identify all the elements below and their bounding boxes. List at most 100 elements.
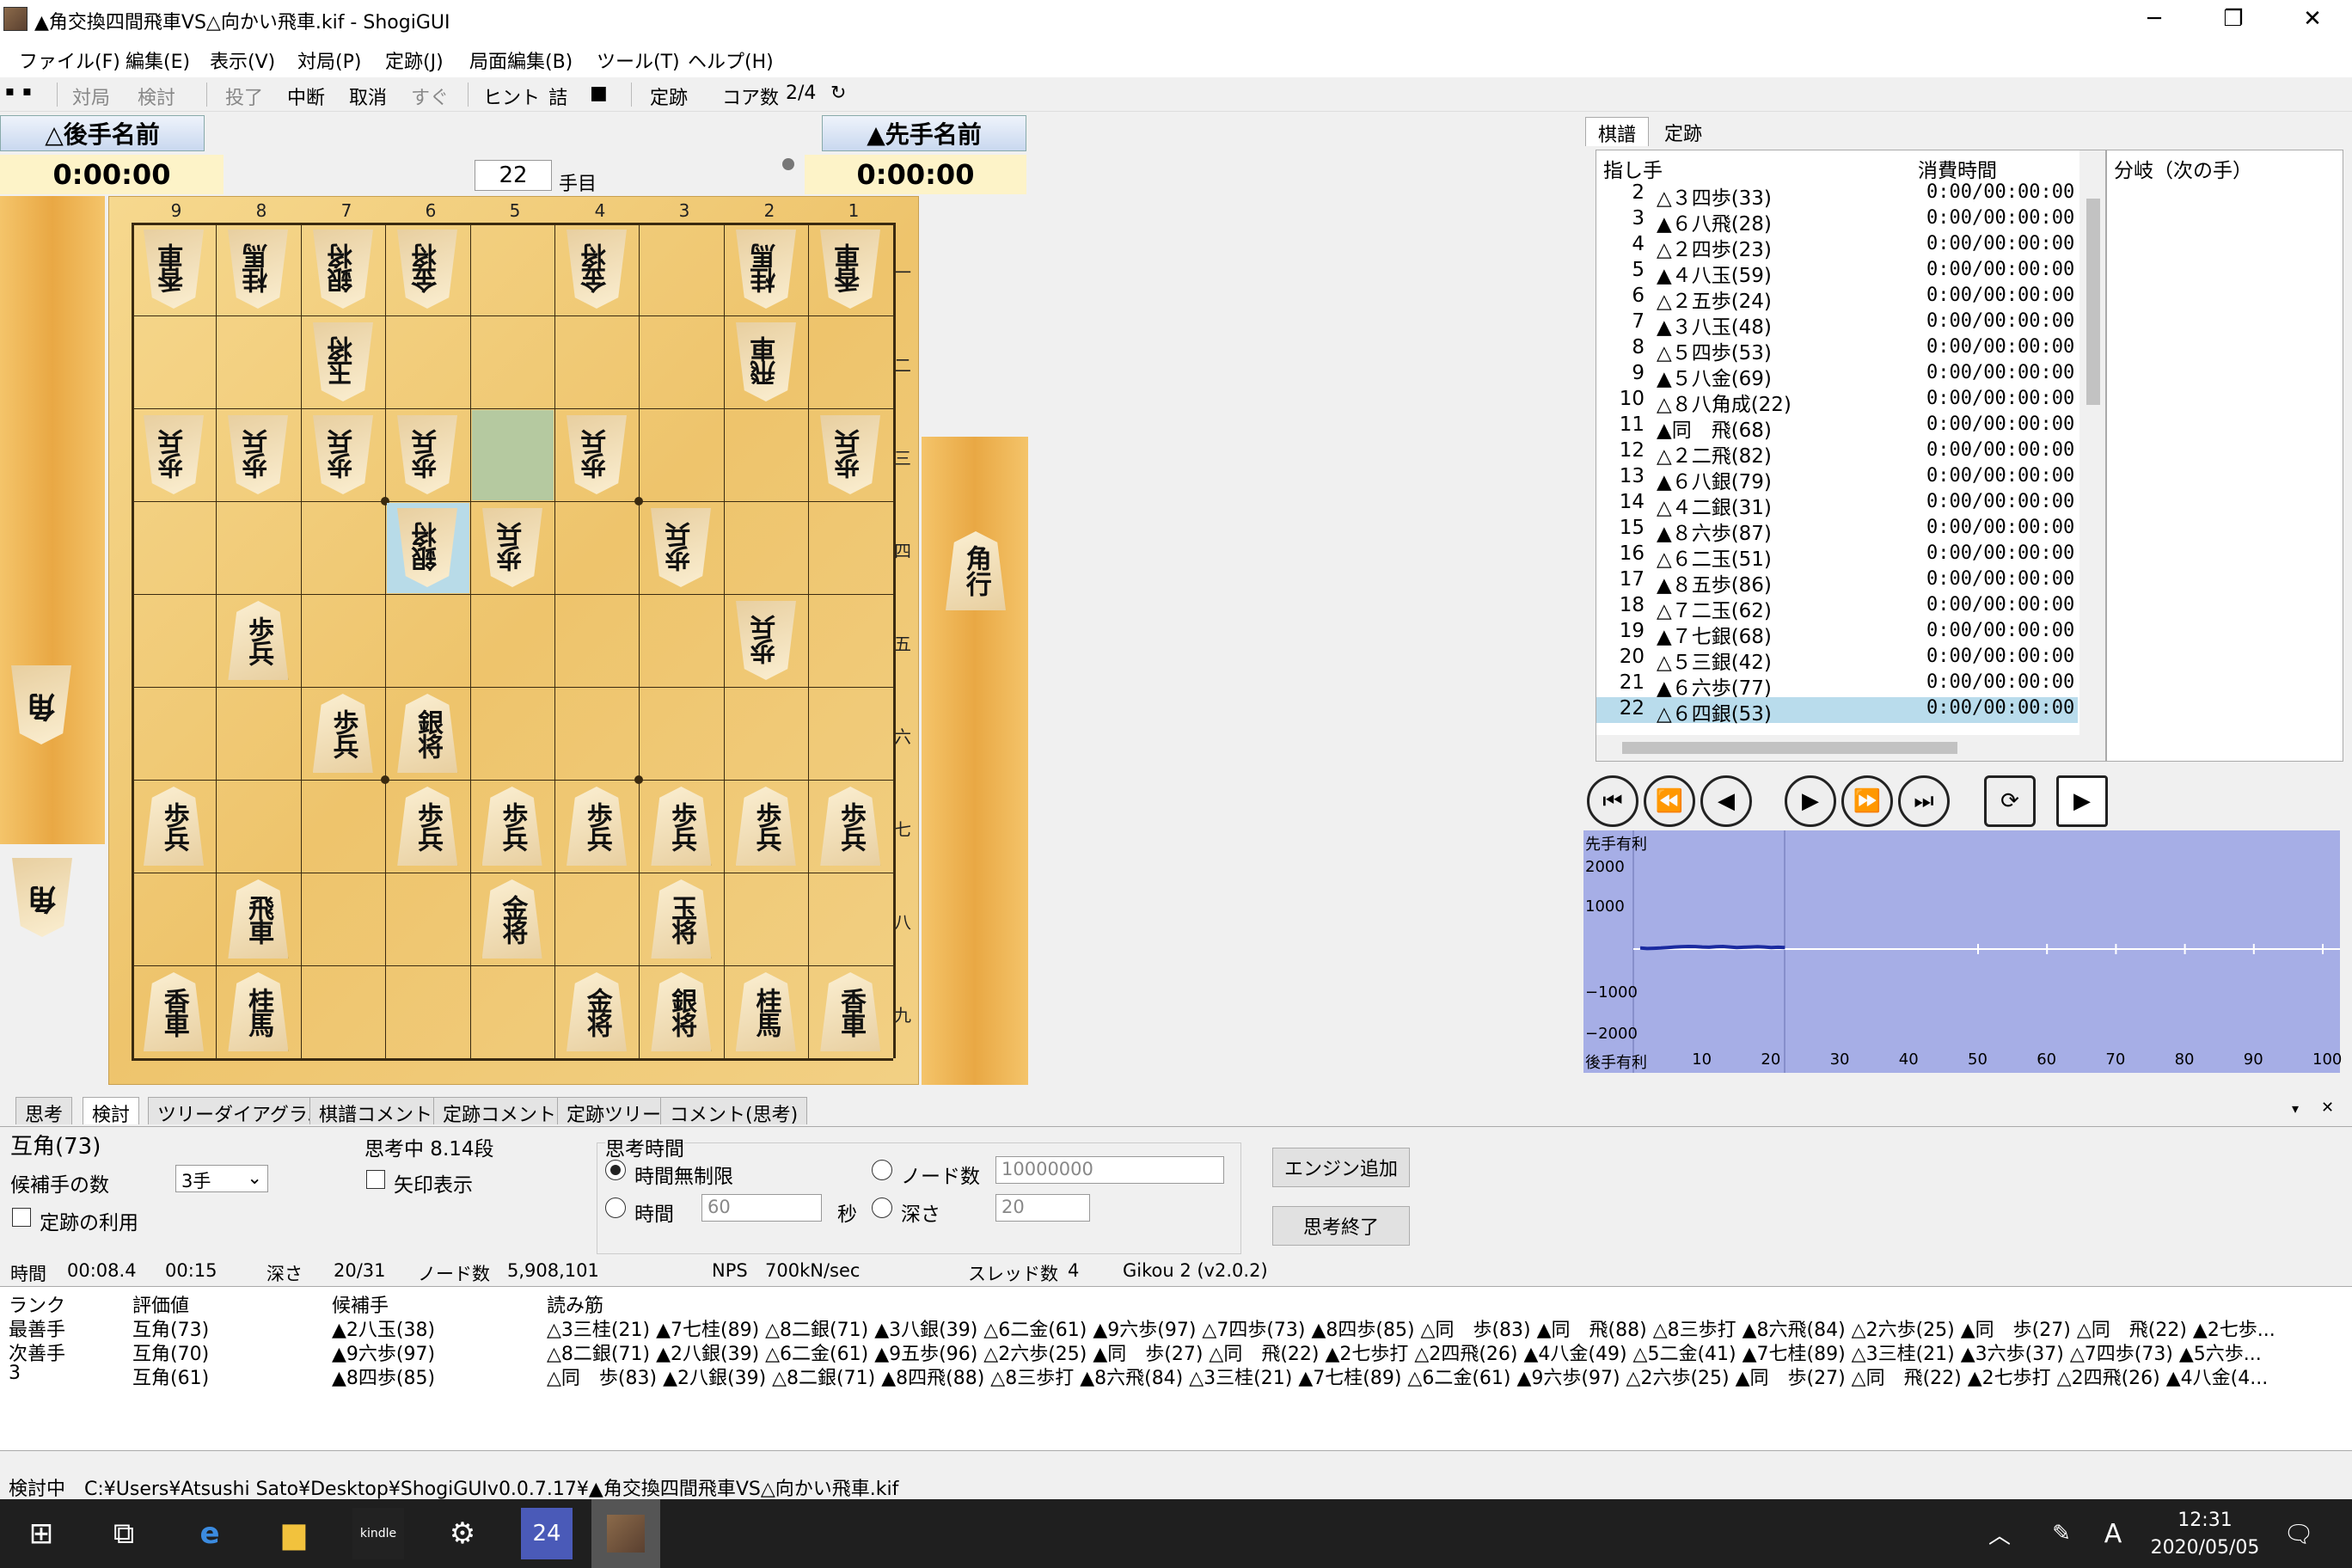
close-button[interactable]: ✕ <box>2273 0 2352 38</box>
sente-piece[interactable]: 歩兵 <box>144 787 204 866</box>
kifu-row[interactable]: 4 △２四歩(23) 0:00/00:00:00 <box>1596 233 2078 261</box>
gote-piece[interactable]: 歩兵 <box>567 415 627 494</box>
pen-icon[interactable]: ✎ <box>2036 1508 2087 1559</box>
tsume-button[interactable]: 詰 <box>548 83 567 110</box>
sente-piece[interactable]: 金将 <box>567 972 627 1051</box>
shogi-board[interactable]: 9 8 7 6 5 4 3 2 1 一 二 三 四 五 六 七 八 九 香車 桂馬… <box>108 196 919 1085</box>
sente-piece-stand[interactable]: 角行 <box>922 437 1028 1085</box>
gote-piece[interactable]: 歩兵 <box>651 508 711 587</box>
kifu-row[interactable]: 3 ▲６八飛(28) 0:00/00:00:00 <box>1596 207 2078 236</box>
restore-button[interactable]: ❐ <box>2194 0 2273 38</box>
kifu-row[interactable]: 2 △３四歩(33) 0:00/00:00:00 <box>1596 181 2078 210</box>
depth-input[interactable]: 20 <box>995 1194 1090 1222</box>
sente-piece[interactable]: 歩兵 <box>820 787 880 866</box>
stop-icon[interactable]: ■ <box>590 83 608 104</box>
undo-button[interactable]: 取消 <box>349 83 387 110</box>
tab-kento[interactable]: 検討 <box>83 1097 140 1126</box>
tab-joseki[interactable]: 定跡 <box>1652 117 1714 146</box>
gote-piece[interactable]: 歩兵 <box>397 415 457 494</box>
tab-kifu-comment[interactable]: 棋譜コメント <box>309 1097 443 1126</box>
gote-piece[interactable]: 銀将 <box>397 508 457 587</box>
chevron-up-icon[interactable]: ︿ <box>1974 1508 2025 1559</box>
settings-gear-icon[interactable]: ⚙ <box>437 1508 488 1559</box>
add-engine-button[interactable]: エンジン追加 <box>1272 1148 1410 1187</box>
kindle-icon[interactable]: kindle <box>352 1508 404 1559</box>
kifu-row[interactable]: 16 △６二玉(51) 0:00/00:00:00 <box>1596 542 2078 571</box>
sente-piece[interactable]: 桂馬 <box>736 972 796 1051</box>
kifu-row[interactable]: 15 ▲８六歩(87) 0:00/00:00:00 <box>1596 517 2078 545</box>
node-input[interactable]: 10000000 <box>995 1156 1224 1184</box>
kifu-row[interactable]: 18 △７二玉(62) 0:00/00:00:00 <box>1596 594 2078 622</box>
minimize-button[interactable]: ─ <box>2115 0 2194 38</box>
sente-piece[interactable]: 香車 <box>144 972 204 1051</box>
gote-hand-bishop[interactable]: 角 <box>12 858 72 937</box>
gote-piece[interactable]: 桂馬 <box>736 230 796 309</box>
menu-edit[interactable]: 編集(E) <box>126 46 190 74</box>
kifu-row[interactable]: 12 △２二飛(82) 0:00/00:00:00 <box>1596 439 2078 468</box>
kifu-row[interactable]: 21 ▲６六歩(77) 0:00/00:00:00 <box>1596 671 2078 700</box>
edge-icon[interactable]: e <box>184 1508 236 1559</box>
gote-piece[interactable]: 歩兵 <box>736 601 796 680</box>
time-input[interactable]: 60 <box>701 1194 822 1222</box>
pv-row[interactable]: 次善手 互角(70) ▲9六歩(97) △8二銀(71) ▲2八銀(39) △6二金(… <box>0 1338 2352 1363</box>
panel-close-icon[interactable]: ✕ <box>2321 1099 2334 1117</box>
gote-piece[interactable]: 香車 <box>820 230 880 309</box>
candidates-select[interactable]: 3手 ⌄ <box>175 1165 268 1192</box>
move-now-button[interactable]: すぐ <box>411 83 449 110</box>
refresh-icon[interactable]: ↻ <box>830 83 846 104</box>
stop-thinking-button[interactable]: 思考終了 <box>1272 1206 1410 1246</box>
back-multi-button[interactable]: ⏪ <box>1644 775 1695 827</box>
tab-kifu[interactable]: 棋譜 <box>1585 117 1650 146</box>
kifu-row[interactable]: 14 △４二銀(31) 0:00/00:00:00 <box>1596 491 2078 519</box>
joseki-button[interactable]: 定跡 <box>650 83 688 110</box>
gote-piece[interactable]: 歩兵 <box>482 508 542 587</box>
node-radio[interactable] <box>872 1160 892 1180</box>
depth-radio[interactable] <box>872 1197 892 1218</box>
menu-file[interactable]: ファイル(F) <box>19 46 120 74</box>
eval-graph[interactable]: 先手有利 2000 1000 −1000 −2000 後手有利 10 20 30 40… <box>1583 830 2342 1073</box>
cores-value[interactable]: 2/4 <box>786 83 816 104</box>
sente-piece[interactable]: 玉将 <box>651 879 711 959</box>
notification-icon[interactable]: 🗨 <box>2273 1508 2324 1559</box>
taikyoku-button[interactable]: 対局 <box>72 83 110 110</box>
gote-piece[interactable]: 歩兵 <box>144 415 204 494</box>
gote-piece[interactable]: 香車 <box>144 230 204 309</box>
kifu-hscrollbar[interactable] <box>1596 735 2079 761</box>
gote-piece[interactable]: 飛車 <box>736 322 796 401</box>
tab-tree-diagram[interactable]: ツリーダイアグラム <box>148 1097 336 1126</box>
kifu-row[interactable]: 8 △５四歩(53) 0:00/00:00:00 <box>1596 336 2078 364</box>
sente-piece[interactable]: 銀将 <box>651 972 711 1051</box>
move-number[interactable]: 22 <box>475 160 552 191</box>
gote-piece[interactable]: 歩兵 <box>313 415 373 494</box>
save-icon[interactable]: ▪ <box>22 83 32 99</box>
sente-piece[interactable]: 歩兵 <box>313 694 373 773</box>
gote-piece[interactable]: 歩兵 <box>228 415 288 494</box>
first-move-button[interactable]: ⏮ <box>1587 775 1638 827</box>
gote-piece[interactable]: 金将 <box>567 230 627 309</box>
shogi24-icon[interactable]: 24 <box>521 1508 573 1559</box>
sente-piece[interactable]: 銀将 <box>397 694 457 773</box>
kifu-row[interactable]: 20 △５三銀(42) 0:00/00:00:00 <box>1596 646 2078 674</box>
menu-position-edit[interactable]: 局面編集(B) <box>469 46 573 74</box>
menu-joseki[interactable]: 定跡(J) <box>385 46 444 74</box>
new-icon[interactable]: ▪ <box>5 83 15 99</box>
gote-piece[interactable]: 玉将 <box>313 322 373 401</box>
joseki-checkbox[interactable] <box>12 1208 31 1227</box>
gote-hand-bishop-piece[interactable]: 角 <box>11 665 71 744</box>
windows-start-icon[interactable]: ⊞ <box>15 1508 67 1559</box>
sente-piece[interactable]: 歩兵 <box>397 787 457 866</box>
kifu-hscroll-thumb[interactable] <box>1622 742 1957 754</box>
tab-comment-shiko[interactable]: コメント(思考) <box>660 1097 808 1126</box>
clock-time[interactable]: 12:31 <box>2141 1510 2269 1531</box>
sente-piece[interactable]: 歩兵 <box>567 787 627 866</box>
pv-row[interactable]: 3 互角(61) ▲8四歩(85) △同 歩(83) ▲2八銀(39) △8二銀(71… <box>0 1363 2352 1387</box>
kifu-row[interactable]: 13 ▲６八銀(79) 0:00/00:00:00 <box>1596 465 2078 493</box>
sente-piece[interactable]: 飛車 <box>228 879 288 959</box>
sente-piece[interactable]: 歩兵 <box>482 787 542 866</box>
kifu-row[interactable]: 22 △６四銀(53) 0:00/00:00:00 <box>1596 697 2078 726</box>
clock-date[interactable]: 2020/05/05 <box>2141 1537 2269 1559</box>
sente-piece[interactable]: 金将 <box>482 879 542 959</box>
file-explorer-icon[interactable]: ▆ <box>268 1508 320 1559</box>
hint-button[interactable]: ヒント <box>483 83 540 110</box>
last-move-button[interactable]: ⏭ <box>1898 775 1950 827</box>
